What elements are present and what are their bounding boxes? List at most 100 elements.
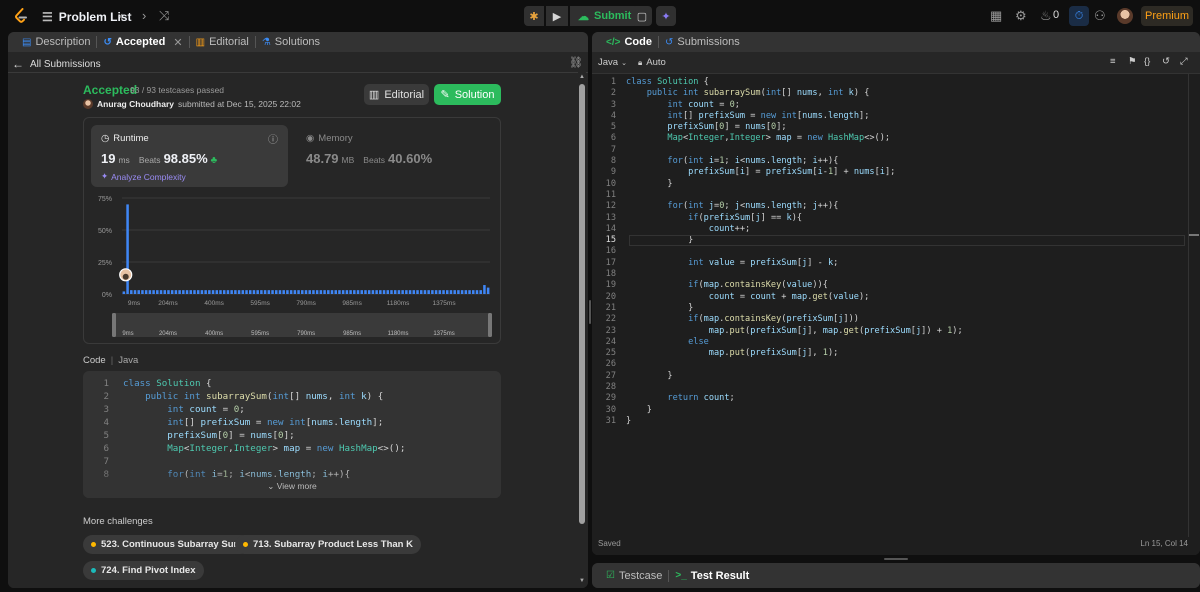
solution-button[interactable]: ✎ Solution [434, 84, 501, 105]
bug-icon: ✱ [529, 10, 539, 23]
debug-button[interactable]: ✱ [524, 6, 544, 26]
editorial-button[interactable]: ▥ Editorial [364, 84, 429, 105]
info-icon[interactable]: ⓘ [268, 131, 278, 146]
scroll-marker [1189, 234, 1199, 236]
code-line[interactable]: 23 map.put(prefixSum[j], map.get(prefixS… [592, 326, 1182, 337]
chart-bar [375, 290, 378, 294]
tab-testcase[interactable]: ☑ Testcase [600, 565, 668, 587]
chevron-down-icon: ⌄ [621, 59, 627, 67]
tab-description[interactable]: ▤ Description [16, 32, 96, 53]
code-line[interactable]: 7 [592, 145, 1182, 156]
right-tab-bar: </> Code ↺ Submissions [592, 32, 1200, 52]
code-line[interactable]: 18 [592, 269, 1182, 280]
shuffle-icon[interactable]: ⤨ [159, 8, 169, 24]
code-line[interactable]: 21 } [592, 303, 1182, 314]
code-line[interactable]: 4 int[] prefixSum = new int[nums.length]… [592, 111, 1182, 122]
chart-bar [360, 290, 364, 294]
analyze-complexity-link[interactable]: ✦ Analyze Complexity [101, 171, 186, 182]
code-line[interactable]: 2 public int subarraySum(int[] nums, int… [592, 88, 1182, 99]
code-line[interactable]: 11 [592, 190, 1182, 201]
chart-bar [267, 290, 271, 294]
code-line[interactable]: 12 for(int j=0; j<nums.length; j++){ [592, 201, 1182, 212]
code-line[interactable]: 20 count = count + map.get(value); [592, 292, 1182, 303]
code-line[interactable]: 14 count++; [592, 224, 1182, 235]
braces-icon[interactable]: {} [1144, 56, 1150, 67]
code-line[interactable]: 27 } [592, 371, 1182, 382]
tab-submissions[interactable]: ↺ Submissions [659, 32, 746, 53]
code-line[interactable]: 31} [592, 416, 1182, 427]
reset-icon[interactable]: ↺ [1162, 56, 1170, 67]
chart-bar [334, 290, 337, 294]
challenge-chip[interactable]: 724. Find Pivot Index [83, 561, 204, 580]
prev-problem-icon[interactable]: ‹ [119, 8, 123, 23]
scroll-up-icon[interactable]: ▲ [579, 74, 585, 80]
tab-editorial[interactable]: ▥ Editorial [190, 32, 255, 53]
code-line[interactable]: 28 [592, 382, 1182, 393]
tab-solutions[interactable]: ⚗ Solutions [256, 32, 326, 53]
autocomplete-toggle[interactable]: 🔒︎ Auto [638, 57, 666, 68]
submitted-at: submitted at Dec 15, 2025 22:02 [177, 99, 301, 109]
code-line[interactable]: 22 if(map.containsKey(prefixSum[j])) [592, 314, 1182, 325]
chart-bar [141, 290, 144, 294]
timer-button[interactable]: ⏱ [1069, 6, 1089, 26]
challenge-chip[interactable]: 523. Continuous Subarray Sum [83, 535, 250, 554]
panel-resizer[interactable] [589, 32, 591, 588]
notes-button[interactable]: ▢ [632, 6, 652, 26]
username[interactable]: Anurag Choudhary [97, 99, 174, 109]
premium-button[interactable]: Premium [1141, 6, 1193, 26]
code-line[interactable]: 9 prefixSum[i] = prefixSum[i-1] + nums[i… [592, 167, 1182, 178]
challenge-chip[interactable]: 713. Subarray Product Less Than K [235, 535, 421, 554]
leetcode-logo-icon[interactable] [13, 8, 29, 24]
memory-value-row: 48.79 MB Beats 40.60% [306, 151, 432, 166]
editor-code-area[interactable]: 1 class Solution {2 public int subarraySu… [592, 77, 1182, 427]
code-line[interactable]: 29 return count; [592, 393, 1182, 404]
code-line[interactable]: 19 if(map.containsKey(value)){ [592, 280, 1182, 291]
close-tab-icon[interactable]: ✕ [173, 36, 182, 49]
code-line[interactable]: 30 } [592, 405, 1182, 416]
code-line[interactable]: 25 map.put(prefixSum[j], 1); [592, 348, 1182, 359]
submit-button[interactable]: ☁ Submit [570, 6, 640, 26]
memory-beats-value: 40.60% [388, 151, 433, 166]
saved-status: Saved [598, 539, 621, 548]
code-line[interactable]: 8 for(int i=1; i<nums.length; i++){ [592, 156, 1182, 167]
next-problem-icon[interactable]: › [142, 8, 146, 23]
run-button[interactable]: ▶ [546, 6, 568, 26]
runtime-card[interactable]: ◷ Runtime ⓘ 19 ms Beats 98.85% ♣ ✦ Analy… [91, 125, 288, 187]
runtime-distribution-chart[interactable]: 75% 50% 25% 0% 9ms 204ms 400ms 595ms 790ms 985ms 1… [84, 190, 502, 342]
code-line: 2 public int subarraySum(int[] nums, int… [103, 391, 384, 402]
tab-test-result[interactable]: >_ Test Result [669, 565, 755, 587]
link-chain-icon[interactable]: ⛓ [569, 56, 583, 69]
user-avatar[interactable] [1117, 8, 1133, 24]
left-scrollbar[interactable]: ▲ ▼ [578, 72, 586, 588]
streak-fire-icon[interactable]: ♨ [1040, 8, 1052, 24]
settings-gear-icon[interactable]: ⚙ [1015, 8, 1027, 24]
add-friend-icon[interactable]: ⚇ [1094, 8, 1106, 24]
code-line[interactable]: 26 [592, 359, 1182, 370]
code-line[interactable]: 16 [592, 246, 1182, 257]
scroll-down-icon[interactable]: ▼ [579, 578, 585, 584]
code-line[interactable]: 10 } [592, 179, 1182, 190]
horizontal-resizer[interactable] [592, 556, 1200, 562]
scrollbar-thumb[interactable] [579, 84, 585, 524]
code-line[interactable]: 17 int value = prefixSum[j] - k; [592, 258, 1182, 269]
editor-scrollbar[interactable] [1188, 74, 1199, 537]
code-line[interactable]: 13 if(prefixSum[j] == k){ [592, 213, 1182, 224]
code-line[interactable]: 5 prefixSum[0] = nums[0]; [592, 122, 1182, 133]
difficulty-dot [91, 542, 96, 547]
code-line[interactable]: 1 class Solution { [592, 77, 1182, 88]
tab-accepted[interactable]: ↺ Accepted ✕ [97, 32, 188, 53]
fullscreen-icon[interactable]: ⤢ [1180, 56, 1188, 67]
view-more-button[interactable]: ⌄ View more [83, 481, 501, 492]
memory-card[interactable]: ◉ Memory 48.79 MB Beats 40.60% [306, 125, 496, 187]
tab-code[interactable]: </> Code [600, 32, 658, 53]
code-line[interactable]: 3 int count = 0; [592, 100, 1182, 111]
format-icon[interactable]: ≡ [1110, 56, 1116, 67]
language-select[interactable]: Java ⌄ [598, 57, 627, 68]
chart-bar [393, 290, 397, 294]
code-line[interactable]: 6 Map<Integer,Integer> map = new HashMap… [592, 133, 1182, 144]
ai-assist-button[interactable]: ✦ [656, 6, 676, 26]
layout-grid-icon[interactable]: ▦ [990, 8, 1002, 24]
code-line[interactable]: 24 else [592, 337, 1182, 348]
bookmark-icon[interactable]: ⚑ [1128, 56, 1137, 67]
all-submissions-link[interactable]: ← All Submissions [12, 57, 101, 71]
